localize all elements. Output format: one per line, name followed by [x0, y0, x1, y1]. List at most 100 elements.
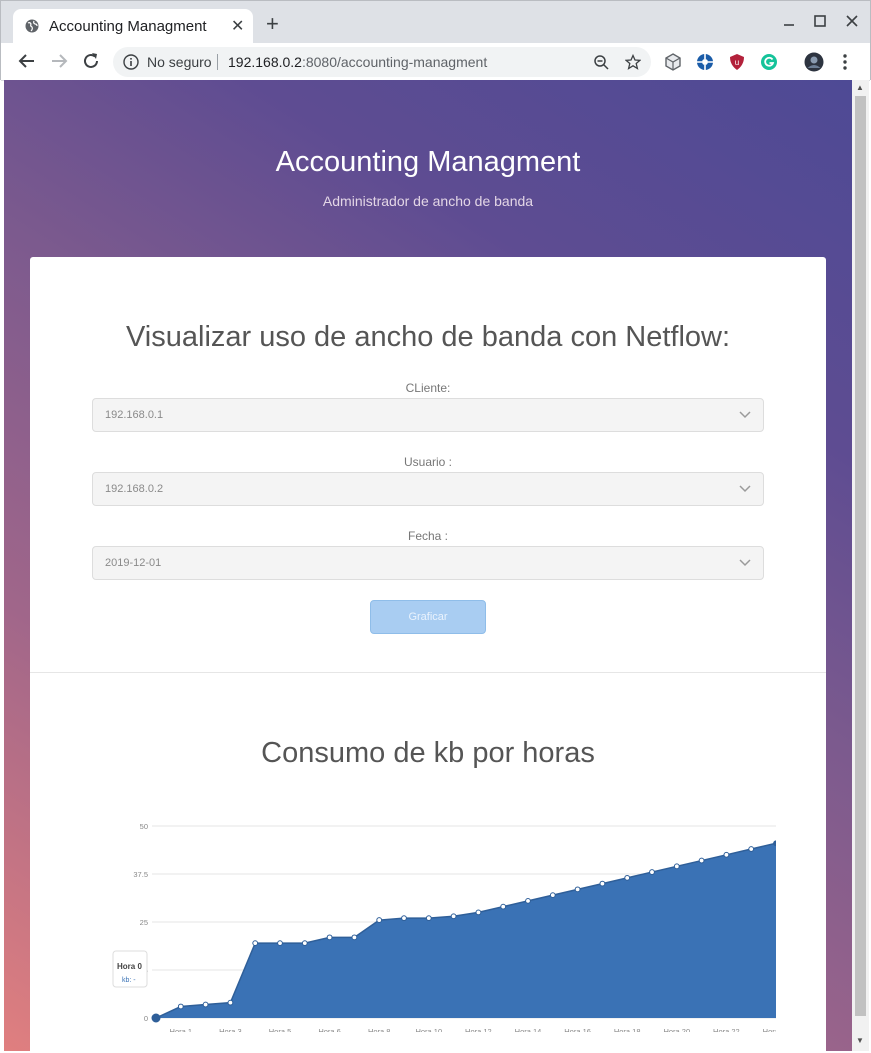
client-select[interactable]: 192.168.0.1: [92, 398, 764, 432]
info-icon[interactable]: [123, 54, 139, 70]
data-point: [252, 940, 259, 947]
browser-toolbar: No seguro 192.168.0.2:8080/accounting-ma…: [1, 43, 870, 81]
data-point: [723, 851, 730, 858]
address-bar[interactable]: No seguro 192.168.0.2:8080/accounting-ma…: [113, 47, 651, 77]
y-axis-ticks: 012.52537.550: [133, 822, 148, 1023]
form-heading: Visualizar uso de ancho de banda con Net…: [125, 321, 731, 353]
user-select-value: 192.168.0.2: [105, 483, 164, 495]
x-tick-label: Hora 16: [564, 1027, 591, 1032]
date-label: Fecha :: [407, 529, 449, 543]
x-tick-label: Hora 10: [415, 1027, 442, 1032]
chart-title: Consumo de kb por horas: [261, 737, 595, 769]
data-point: [450, 913, 457, 920]
scroll-up-arrow-icon[interactable]: ▲: [856, 83, 864, 92]
vertical-scrollbar[interactable]: ▲ ▼: [852, 80, 869, 1051]
kebab-menu-icon[interactable]: [838, 53, 852, 71]
x-axis-ticks: Hora 1 Hora 3 Hora 5 Hora 6 Hora 8 Hora 10 Hor…: [170, 1027, 776, 1032]
maximize-icon[interactable]: [812, 13, 828, 29]
new-tab-button[interactable]: +: [266, 13, 279, 35]
data-point: [773, 840, 776, 847]
close-window-icon[interactable]: [844, 13, 860, 29]
star-icon[interactable]: [625, 54, 641, 70]
data-point: [475, 909, 482, 916]
y-tick-label: 0: [144, 1014, 148, 1023]
x-tick-label: Hora 22: [713, 1027, 740, 1032]
extension-lifebuoy-icon[interactable]: [696, 53, 714, 71]
browser-chrome: Accounting Managment ✕ + No seguro 192.1…: [0, 0, 871, 81]
omnibox-separator: [217, 54, 218, 70]
data-point: [599, 880, 606, 887]
x-tick-label: Hora 24: [763, 1027, 776, 1032]
data-point: [277, 940, 283, 947]
data-point: [227, 999, 234, 1006]
user-label: Usuario :: [403, 455, 453, 469]
user-select[interactable]: 192.168.0.2: [92, 472, 764, 506]
x-tick-label: Hora 8: [368, 1027, 391, 1032]
data-point: [624, 874, 631, 881]
data-point: [748, 846, 755, 852]
minimize-icon[interactable]: [781, 13, 797, 29]
data-point: [698, 857, 705, 864]
data-point: [574, 886, 581, 893]
x-tick-label: Hora 6: [318, 1027, 341, 1032]
data-point: [351, 934, 358, 941]
section-divider: [30, 672, 826, 673]
x-tick-label: Hora 5: [269, 1027, 292, 1032]
data-point: [401, 915, 407, 922]
profile-avatar[interactable]: [804, 52, 824, 72]
data-point: [177, 1003, 184, 1010]
url-text[interactable]: 192.168.0.2:8080/accounting-managment: [228, 54, 487, 70]
url-path: :8080/accounting-managment: [301, 54, 488, 70]
reload-icon[interactable]: [81, 51, 101, 71]
scroll-down-arrow-icon[interactable]: ▼: [856, 1036, 864, 1045]
client-label: CLiente:: [405, 381, 451, 395]
security-label: No seguro: [147, 54, 212, 70]
area-chart: 012.52537.550 Hora 1Hora 3Hora 5Hora 6Ho…: [112, 822, 776, 1032]
client-select-value: 192.168.0.1: [105, 409, 164, 421]
svg-text:u: u: [735, 58, 739, 67]
date-select[interactable]: 2019-12-01: [92, 546, 764, 580]
area-series: [156, 843, 776, 1018]
data-point: [202, 1001, 209, 1008]
data-point: [649, 869, 655, 875]
zoom-out-icon[interactable]: [593, 54, 609, 70]
extension-cube-icon[interactable]: [664, 53, 682, 71]
y-tick-label: 50: [140, 822, 148, 831]
globe-icon: [25, 19, 39, 33]
back-arrow-icon[interactable]: [17, 51, 37, 71]
page-title: Accounting Managment: [275, 146, 581, 178]
x-tick-label: Hora 20: [663, 1027, 690, 1032]
graph-button[interactable]: Graficar: [370, 600, 486, 634]
chevron-down-icon: [739, 411, 751, 419]
x-tick-label: Hora 14: [515, 1027, 542, 1032]
data-point: [326, 934, 333, 941]
page-viewport: Accounting Managment Administrador de an…: [4, 80, 852, 1051]
x-tick-label: Hora 12: [465, 1027, 492, 1032]
chart-tooltip: Hora 0 kb: -: [112, 950, 148, 988]
tab-title: Accounting Managment: [49, 18, 207, 35]
close-tab-icon[interactable]: ✕: [231, 16, 244, 36]
forward-arrow-icon[interactable]: [49, 51, 69, 71]
main-card: Visualizar uso de ancho de banda con Net…: [30, 257, 826, 1051]
extension-shield-icon[interactable]: u: [728, 53, 746, 71]
tooltip-title: Hora 0: [117, 962, 142, 971]
date-select-value: 2019-12-01: [105, 557, 162, 569]
x-tick-label: Hora 1: [170, 1027, 193, 1032]
data-point: [500, 903, 507, 910]
x-tick-label: Hora 18: [614, 1027, 641, 1032]
scroll-thumb[interactable]: [855, 96, 866, 1016]
data-point: [673, 863, 680, 870]
browser-tab[interactable]: Accounting Managment ✕: [13, 9, 253, 43]
chevron-down-icon: [739, 485, 751, 493]
data-point: [525, 897, 531, 904]
x-tick-label: Hora 3: [219, 1027, 242, 1032]
page-subtitle: Administrador de ancho de banda: [322, 193, 534, 209]
y-tick-label: 37.5: [133, 870, 148, 879]
grammarly-icon[interactable]: [760, 53, 778, 71]
chevron-down-icon: [739, 559, 751, 567]
tooltip-value: kb: -: [122, 977, 136, 984]
data-point: [151, 1013, 161, 1023]
data-point: [549, 892, 556, 899]
url-host: 192.168.0.2: [228, 54, 302, 70]
data-point: [425, 915, 432, 922]
